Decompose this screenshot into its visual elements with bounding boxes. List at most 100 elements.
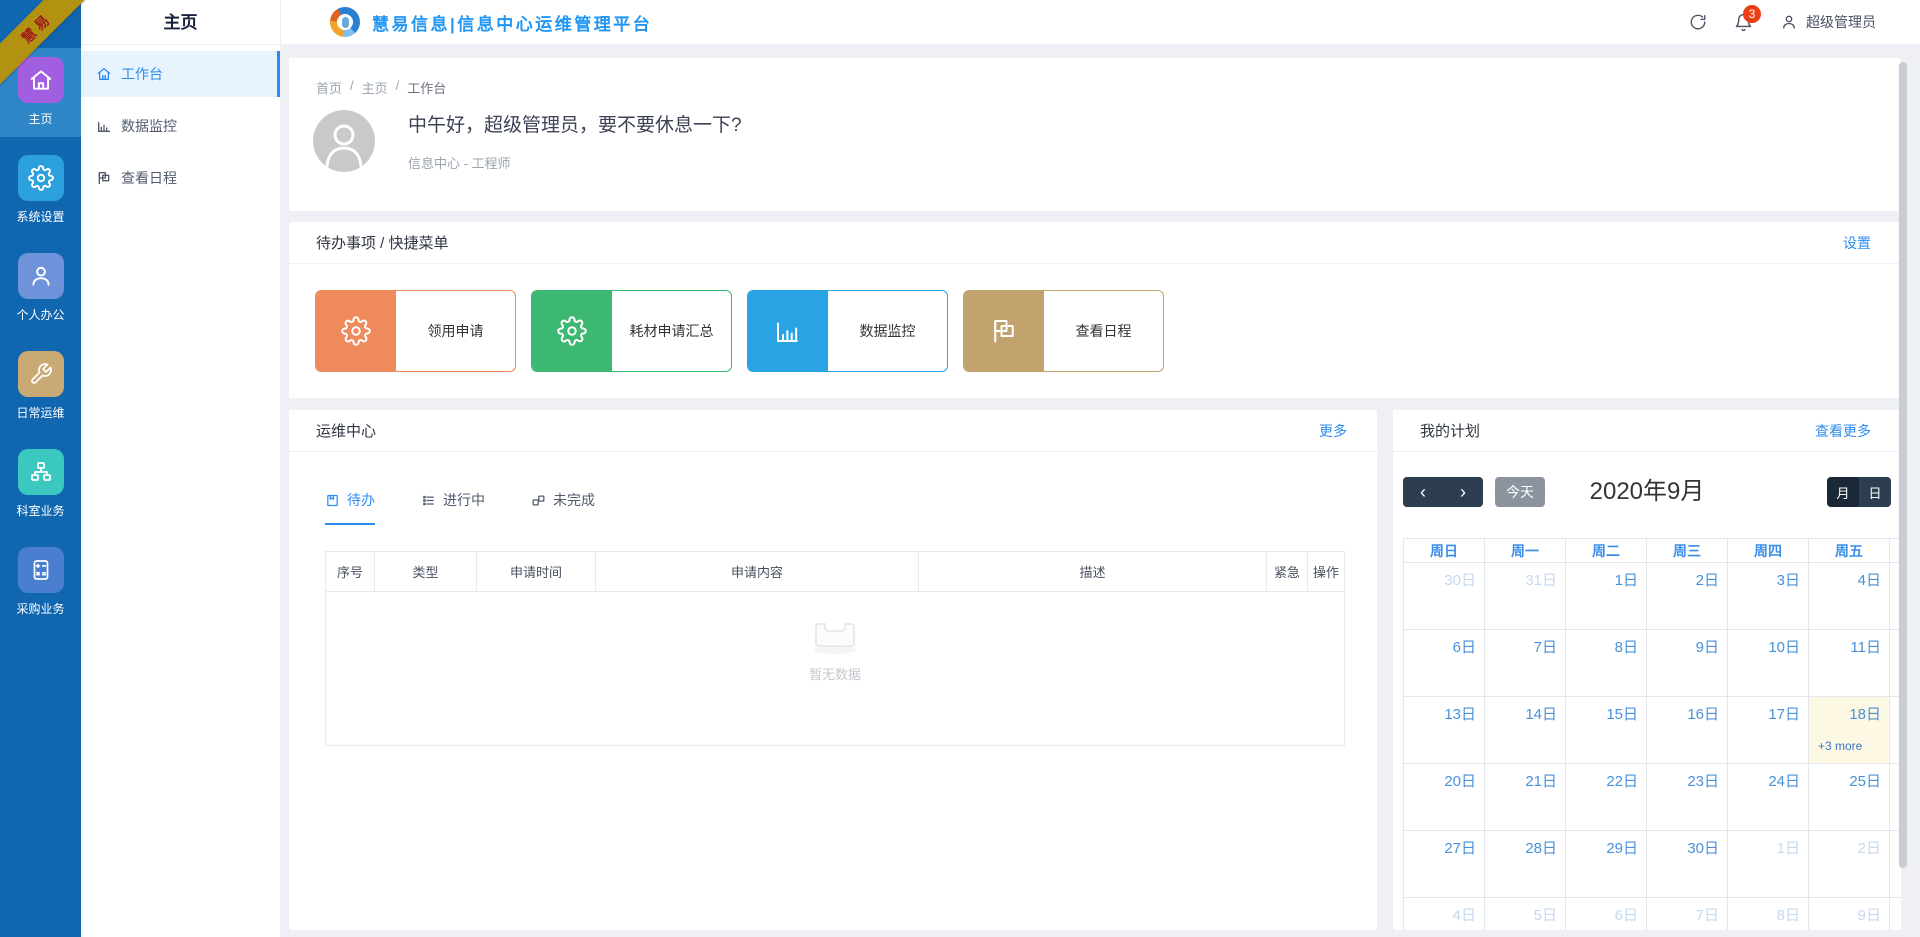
quick-card-consumables-summary[interactable]: 耗材申请汇总 [531,290,732,372]
flag-icon [964,291,1044,371]
calendar-cell[interactable]: 28日 [1484,831,1565,898]
calendar-cell[interactable]: 4日 [1403,898,1484,930]
tab-todo[interactable]: 待办 [325,490,375,525]
calendar-date: 18日 [1849,706,1881,723]
calendar-cell[interactable]: 6日 [1403,630,1484,697]
breadcrumb-separator: / [396,78,400,97]
next-month-button[interactable]: › [1443,477,1483,507]
breadcrumb-item[interactable]: 首页 [316,78,342,97]
submenu-item-workbench[interactable]: 工作台 [81,51,280,97]
ops-center-card: 运维中心 更多 待办 进行中 未完成 [289,410,1377,930]
calendar-cell[interactable]: 1日 [1727,831,1808,898]
calendar-cell[interactable]: 8日 [1565,630,1646,697]
submenu-item-data-monitor[interactable]: 数据监控 [81,103,280,149]
calendar-cell[interactable]: 1日 [1565,563,1646,630]
more-link[interactable]: 更多 [1319,421,1347,441]
calendar-cell[interactable]: 21日 [1484,764,1565,831]
calendar-month-title: 2020年9月 [1590,476,1705,508]
calendar-cell[interactable]: 17日 [1727,697,1808,764]
sidebar-item-label: 科室业务 [16,502,64,519]
sidebar-item-label: 个人办公 [16,306,64,323]
view-more-link[interactable]: 查看更多 [1815,421,1871,441]
sidebar-item-daily-ops[interactable]: 日常运维 [0,342,81,431]
submenu-item-schedule[interactable]: 查看日程 [81,155,280,201]
calendar-cell[interactable]: 14日 [1484,697,1565,764]
refresh-icon[interactable] [1689,13,1707,31]
tab-label: 待办 [347,490,375,510]
calendar-cell[interactable]: 13日 [1403,697,1484,764]
day-view-button[interactable]: 日 [1859,477,1891,507]
calendar-cell[interactable]: 15日 [1565,697,1646,764]
greeting-subtitle: 信息中心 - 工程师 [408,153,742,172]
calendar-cell[interactable]: 11日 [1808,630,1889,697]
calendar-cell[interactable]: 16日 [1646,697,1727,764]
calendar-cell[interactable]: 22日 [1565,764,1646,831]
calendar-cell[interactable]: 2日 [1646,563,1727,630]
column-header: 序号 [326,552,375,591]
calendar-cell[interactable]: 5日 [1484,898,1565,930]
greeting-row: 中午好，超级管理员，要不要休息一下? 信息中心 - 工程师 [313,110,1901,172]
calendar-cell[interactable]: 4日 [1808,563,1889,630]
weekday-header: 周日 [1403,538,1484,563]
calendar-cell[interactable]: 3日 [1727,563,1808,630]
quick-card-schedule[interactable]: 查看日程 [963,290,1164,372]
sidebar-item-system-settings[interactable]: 系统设置 [0,146,81,235]
calendar-week-row: 6日 7日 8日 9日 10日 11日 [1403,630,1901,697]
calendar-cell[interactable]: 10日 [1727,630,1808,697]
notification-bell-icon[interactable]: 3 [1734,13,1753,32]
month-view-button[interactable]: 月 [1827,477,1859,507]
breadcrumb-item[interactable]: 主页 [362,78,388,97]
column-header: 紧急 [1267,552,1308,591]
today-button[interactable]: 今天 [1495,477,1545,507]
quick-card-data-monitor[interactable]: 数据监控 [747,290,948,372]
tab-label: 未完成 [553,490,595,510]
calendar-cell[interactable]: 30日 [1403,563,1484,630]
tab-unfinished[interactable]: 未完成 [531,490,595,525]
settings-link[interactable]: 设置 [1843,233,1871,253]
submenu-title: 主页 [81,0,280,45]
more-events-link[interactable]: +3 more [1818,739,1862,753]
list-icon [421,493,436,508]
user-menu[interactable]: 超级管理员 [1780,12,1876,32]
sidebar-item-label: 采购业务 [16,600,64,617]
tab-in-progress[interactable]: 进行中 [421,490,485,525]
calendar-cell[interactable]: 9日 [1646,630,1727,697]
calendar-cell[interactable]: 8日 [1727,898,1808,930]
vertical-scrollbar[interactable] [1899,62,1907,868]
calendar-cell[interactable]: 23日 [1646,764,1727,831]
gear-icon [532,291,612,371]
calendar-cell[interactable]: 2日 [1808,831,1889,898]
calendar-cell[interactable]: 25日 [1808,764,1889,831]
calculator-icon [18,547,64,593]
column-header: 申请时间 [477,552,596,591]
my-plan-header: 我的计划 查看更多 [1393,410,1901,452]
view-toggle: 月 日 [1827,477,1891,507]
empty-text: 暂无数据 [809,664,861,683]
calendar-toolbar: ‹ › 今天 2020年9月 月 日 [1403,476,1891,508]
sidebar-item-personal-office[interactable]: 个人办公 [0,244,81,333]
calendar-cell[interactable]: 7日 [1484,630,1565,697]
sidebar-item-department-business[interactable]: 科室业务 [0,440,81,529]
ops-center-header: 运维中心 更多 [289,410,1377,452]
ops-table-header: 序号 类型 申请时间 申请内容 描述 紧急 操作 [326,552,1344,592]
calendar-cell[interactable]: 6日 [1565,898,1646,930]
calendar-cell[interactable]: 31日 [1484,563,1565,630]
calendar-cell-highlighted[interactable]: 18日 +3 more [1808,697,1889,764]
quick-card-requisition[interactable]: 领用申请 [315,290,516,372]
user-icon [18,253,64,299]
calendar-cell[interactable]: 7日 [1646,898,1727,930]
weekday-header: 周二 [1565,538,1646,563]
prev-month-button[interactable]: ‹ [1403,477,1443,507]
breadcrumb-item[interactable]: 工作台 [407,78,446,97]
sidebar-item-procurement[interactable]: 采购业务 [0,538,81,627]
my-plan-card: 我的计划 查看更多 ‹ › 今天 2020年9月 月 日 周日 周一 周二 周三… [1393,410,1901,930]
calendar-week-row: 30日 31日 1日 2日 3日 4日 [1403,563,1901,630]
calendar-cell[interactable]: 9日 [1808,898,1889,930]
calendar-cell[interactable]: 27日 [1403,831,1484,898]
calendar-cell[interactable]: 29日 [1565,831,1646,898]
calendar-cell[interactable]: 20日 [1403,764,1484,831]
section-title: 我的计划 [1420,420,1480,441]
calendar-cell[interactable]: 30日 [1646,831,1727,898]
breadcrumb: 首页 / 主页 / 工作台 [289,58,1901,97]
calendar-cell[interactable]: 24日 [1727,764,1808,831]
